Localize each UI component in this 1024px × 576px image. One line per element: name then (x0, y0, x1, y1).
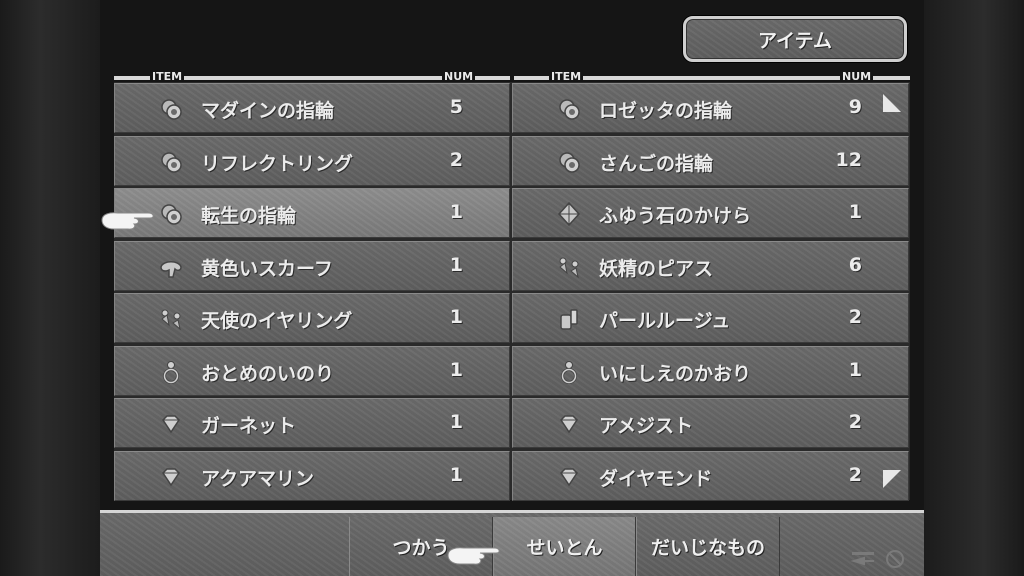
item-row[interactable]: 転生の指輪 1 (114, 188, 510, 238)
item-quantity: 9 (848, 96, 862, 118)
rouge-icon (560, 309, 578, 330)
item-name: いにしえのかおり (599, 362, 752, 385)
item-row[interactable]: リフレクトリング 2 (114, 135, 510, 186)
menu-title: アイテム (757, 29, 833, 52)
command-key-items[interactable]: だいじなもの (636, 517, 780, 576)
item-name: ロゼッタの指輪 (599, 100, 733, 122)
ring-icon (161, 151, 182, 173)
item-name: ガーネット (201, 415, 297, 437)
item-row[interactable]: パールルージュ 2 (512, 293, 909, 343)
item-name: 妖精のピアス (599, 257, 714, 280)
item-name: マダインの指輪 (201, 100, 335, 122)
ring-icon (161, 204, 182, 225)
item-row[interactable]: 黄色いスカーフ 1 (114, 240, 510, 291)
earring-icon (559, 257, 579, 278)
item-name: 黄色いスカーフ (201, 257, 333, 280)
item-name: アメジスト (599, 415, 694, 437)
item-row[interactable]: アメジスト 2 (512, 398, 909, 448)
right-backdrop (924, 0, 1024, 576)
item-row[interactable]: ダイヤモンド 2 (512, 450, 909, 501)
charm-icon (561, 360, 577, 384)
item-name: リフレクトリング (201, 152, 354, 175)
item-name: ふゆう石のかけら (599, 205, 752, 227)
item-name: さんごの指輪 (599, 152, 714, 175)
command-hand-cursor-icon (447, 547, 500, 565)
scarf-icon (160, 260, 182, 278)
scroll-up-icon[interactable] (881, 92, 903, 114)
item-name: ダイヤモンド (599, 467, 713, 490)
crystal-icon (557, 202, 581, 226)
speed-icon (850, 552, 874, 566)
item-row[interactable]: さんごの指輪 12 (512, 135, 909, 186)
menu-title-box: アイテム (683, 16, 907, 62)
item-quantity: 5 (449, 96, 463, 118)
item-row[interactable]: ガーネット 1 (114, 398, 510, 448)
item-name: パールルージュ (599, 310, 731, 332)
item-row[interactable]: いにしえのかおり 1 (512, 345, 909, 396)
item-row[interactable]: マダインの指輪 5 (114, 83, 510, 133)
item-quantity: 1 (449, 306, 463, 328)
item-row[interactable]: おとめのいのり 1 (114, 345, 510, 396)
item-quantity: 1 (449, 358, 463, 381)
item-quantity: 1 (848, 358, 862, 381)
item-quantity: 12 (835, 148, 862, 171)
item-name: アクアマリン (201, 467, 315, 490)
left-backdrop (0, 0, 100, 576)
item-quantity: 1 (449, 201, 463, 223)
command-arrange[interactable]: せいとん (493, 517, 636, 576)
scroll-down-icon[interactable] (881, 468, 903, 490)
item-quantity: 2 (848, 306, 862, 328)
item-quantity: 6 (848, 253, 862, 276)
item-quantity: 1 (848, 201, 862, 223)
item-quantity: 1 (449, 253, 463, 276)
item-name: おとめのいのり (201, 362, 335, 385)
disabled-icon (886, 550, 904, 568)
item-name: 天使のイヤリング (201, 310, 353, 332)
gem-icon (162, 415, 180, 434)
gem-icon (560, 415, 578, 434)
item-row[interactable]: 妖精のピアス 6 (512, 240, 909, 291)
item-quantity: 1 (449, 463, 463, 486)
earring-icon (161, 309, 181, 331)
hand-cursor-icon (101, 212, 154, 230)
ring-icon (559, 151, 580, 173)
item-row[interactable]: ロゼッタの指輪 9 (512, 83, 909, 133)
item-row[interactable]: ふゆう石のかけら 1 (512, 188, 909, 238)
item-name: 転生の指輪 (201, 205, 297, 227)
ring-icon (559, 99, 580, 120)
item-quantity: 2 (848, 411, 862, 433)
gem-icon (162, 467, 180, 486)
item-quantity: 1 (449, 411, 463, 433)
item-quantity: 2 (848, 463, 862, 486)
charm-icon (163, 360, 179, 384)
item-row[interactable]: 天使のイヤリング 1 (114, 293, 510, 343)
gem-icon (560, 467, 578, 486)
item-row[interactable]: アクアマリン 1 (114, 450, 510, 501)
item-quantity: 2 (449, 148, 463, 171)
ring-icon (161, 99, 182, 120)
